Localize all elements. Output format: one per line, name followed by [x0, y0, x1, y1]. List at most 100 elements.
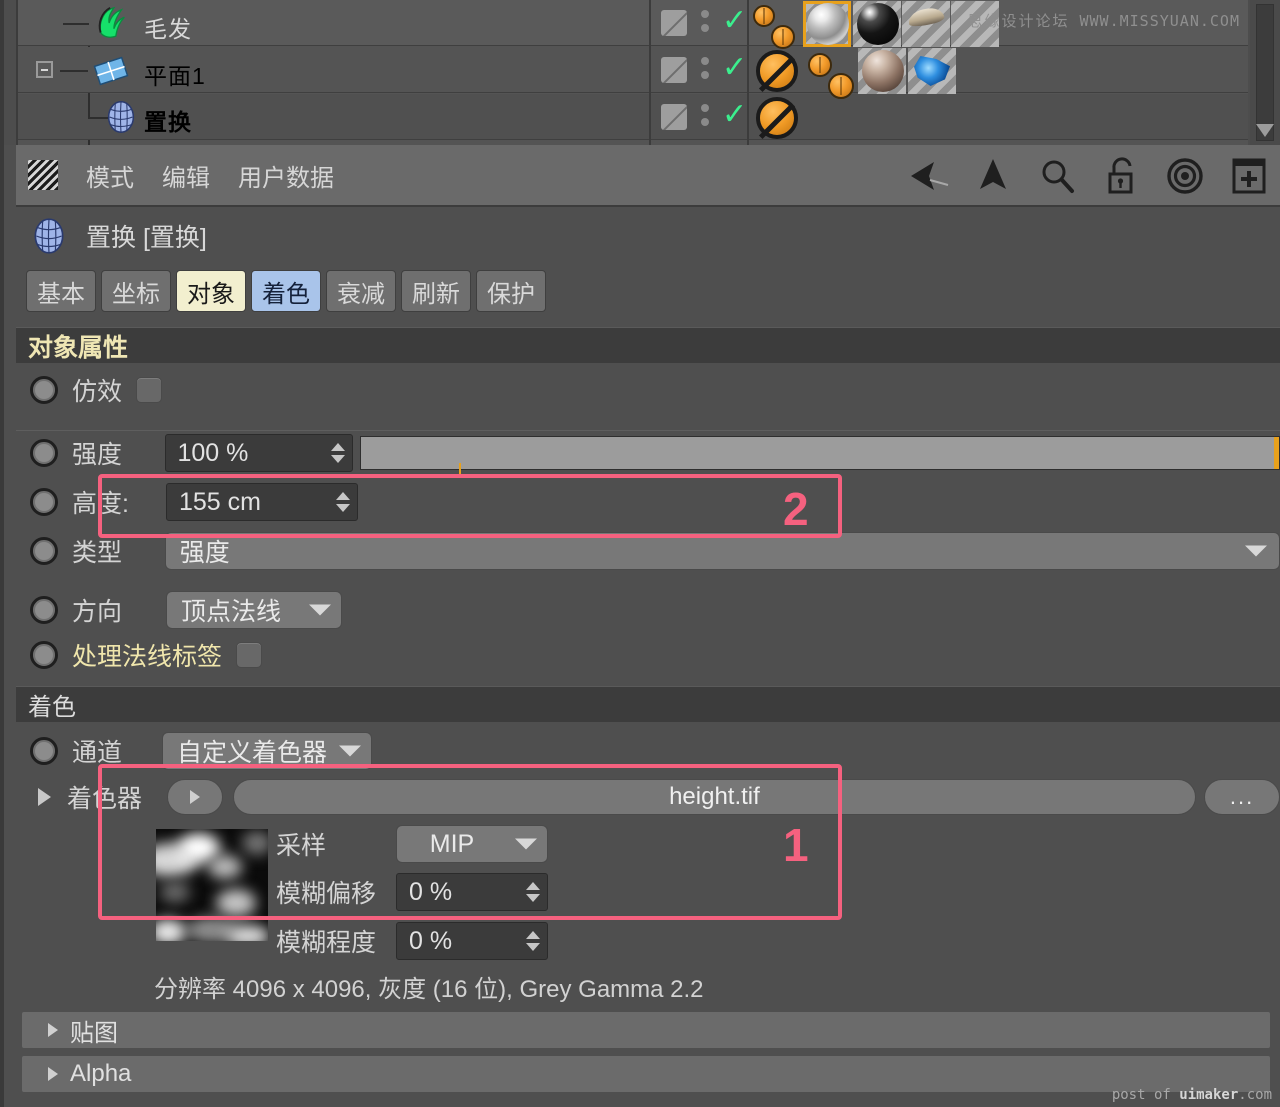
tag-visibility-box[interactable] — [661, 10, 687, 36]
label-type: 类型 — [72, 539, 123, 567]
browse-label: ... — [1229, 784, 1255, 810]
watermark-site: 思缘设计论坛 WWW.MISSYUAN.COM — [967, 10, 1240, 31]
expand-toggle-plane[interactable] — [36, 61, 53, 78]
tag-dots[interactable] — [701, 57, 709, 85]
slider-tick — [459, 463, 462, 477]
animate-dot-type[interactable] — [30, 537, 58, 565]
shader-arrow-button[interactable] — [166, 779, 223, 815]
tag-visibility-box[interactable] — [661, 104, 687, 130]
animate-dot-channel[interactable] — [30, 737, 58, 765]
material-swatch-shaving[interactable] — [902, 1, 950, 47]
enable-check-icon[interactable]: ✓ — [722, 53, 747, 83]
value-channel: 自定义着色器 — [177, 739, 328, 767]
expand-triangle-icon[interactable] — [38, 788, 51, 806]
tab-protect[interactable]: 保护 — [476, 270, 546, 312]
texture-name: height.tif — [669, 783, 760, 810]
animate-dot-height[interactable] — [30, 488, 58, 516]
value-blur-scale: 0 % — [409, 926, 453, 955]
tag-icon-orange[interactable] — [753, 5, 775, 27]
enable-check-icon[interactable]: ✓ — [722, 100, 747, 130]
material-swatch-chrome[interactable] — [803, 1, 851, 47]
displacer-icon — [107, 101, 135, 133]
label-blur-offset: 模糊偏移 — [276, 880, 377, 908]
section-title-shading: 着色 — [28, 694, 76, 721]
animate-dot-emulate[interactable] — [30, 376, 58, 404]
section-shading: 着色 — [16, 686, 1280, 722]
row-height: 高度: 155 cm — [16, 479, 1280, 525]
input-blur-offset[interactable]: 0 % — [396, 873, 548, 911]
watermark-pre: post of — [1111, 1087, 1180, 1103]
tab-shading[interactable]: 着色 — [251, 270, 321, 312]
material-swatch-black[interactable] — [853, 1, 901, 47]
row-blur-scale: 模糊程度 0 % — [16, 918, 1280, 964]
row-emulate: 仿效 — [16, 367, 1280, 413]
label-shader: 着色器 — [67, 785, 143, 813]
animate-dot-strength[interactable] — [30, 439, 58, 467]
object-manager-scrollbar[interactable] — [1250, 0, 1280, 145]
browse-button[interactable]: ... — [1204, 779, 1280, 815]
select-direction[interactable]: 顶点法线 — [166, 591, 342, 629]
select-sampling[interactable]: MIP — [396, 825, 548, 863]
tag-icon-orange[interactable] — [808, 53, 832, 77]
material-swatch-blue[interactable] — [908, 48, 956, 94]
play-triangle-icon — [189, 790, 200, 804]
checkbox-process-normal-tag[interactable] — [236, 642, 263, 668]
select-type[interactable]: 强度 — [164, 532, 1280, 570]
texture-field[interactable]: height.tif — [232, 779, 1197, 815]
label-channel: 通道 — [72, 739, 123, 767]
search-icon[interactable] — [1036, 155, 1078, 197]
tab-basic[interactable]: 基本 — [26, 270, 96, 312]
tab-coord[interactable]: 坐标 — [101, 270, 171, 312]
stepper-blur-scale[interactable] — [526, 931, 540, 951]
chevron-down-icon — [339, 745, 361, 757]
tree-elbow — [60, 70, 88, 72]
input-blur-scale[interactable]: 0 % — [396, 922, 548, 960]
value-height: 155 cm — [179, 487, 261, 516]
scroll-down-icon[interactable] — [1256, 124, 1274, 137]
material-swatch-rock[interactable] — [858, 48, 906, 94]
unlock-icon[interactable] — [1100, 155, 1142, 197]
menu-item-mode[interactable]: 模式 — [86, 158, 134, 193]
select-channel[interactable]: 自定义着色器 — [162, 732, 372, 770]
animate-dot-direction[interactable] — [30, 596, 58, 624]
annotation-number-1: 1 — [783, 819, 809, 871]
add-panel-icon[interactable] — [1228, 155, 1270, 197]
checkbox-emulate[interactable] — [136, 377, 163, 403]
tag-icon-orange[interactable] — [771, 25, 795, 49]
forward-arrow-icon[interactable] — [972, 155, 1014, 197]
stepper-height[interactable] — [336, 492, 350, 512]
target-icon[interactable] — [1164, 155, 1206, 197]
tab-falloff[interactable]: 衰减 — [326, 270, 396, 312]
object-row-label: 平面1 — [144, 63, 206, 89]
label-emulate: 仿效 — [72, 378, 123, 406]
menu-item-edit[interactable]: 编辑 — [162, 158, 210, 193]
hatch-grip-icon[interactable] — [28, 160, 58, 190]
row-shader: 着色器 height.tif ... — [16, 773, 1280, 821]
chevron-down-icon — [309, 604, 331, 616]
back-arrow-icon[interactable] — [908, 155, 950, 197]
tag-visibility-box[interactable] — [661, 57, 687, 83]
input-strength[interactable]: 100 % — [164, 434, 354, 472]
tab-refresh[interactable]: 刷新 — [401, 270, 471, 312]
collapsed-section-alpha[interactable]: Alpha — [22, 1056, 1270, 1092]
annotation-number-2: 2 — [783, 483, 809, 535]
row-direction: 方向 顶点法线 — [16, 587, 1280, 633]
row-blur-offset: 模糊偏移 0 % — [16, 869, 1280, 915]
tag-dots[interactable] — [701, 104, 709, 132]
plane-icon — [93, 56, 129, 86]
stepper-strength[interactable] — [331, 443, 346, 463]
tag-icon-disabled[interactable] — [756, 50, 798, 92]
tag-icon-disabled[interactable] — [756, 97, 798, 139]
enable-check-icon[interactable]: ✓ — [722, 6, 747, 36]
slider-knob[interactable] — [1273, 437, 1279, 469]
collapsed-section-texture[interactable]: 贴图 — [22, 1012, 1270, 1048]
animate-dot-process-normal-tag[interactable] — [30, 641, 58, 669]
slider-strength[interactable] — [360, 436, 1280, 477]
tag-dots[interactable] — [701, 10, 709, 38]
input-height[interactable]: 155 cm — [166, 483, 358, 521]
tag-icon-orange[interactable] — [828, 73, 854, 99]
tab-object[interactable]: 对象 — [176, 270, 246, 312]
stepper-blur-offset[interactable] — [526, 882, 540, 902]
menu-item-userdata[interactable]: 用户数据 — [238, 158, 334, 193]
attribute-tabs: 基本 坐标 对象 着色 衰减 刷新 保护 — [26, 270, 546, 312]
